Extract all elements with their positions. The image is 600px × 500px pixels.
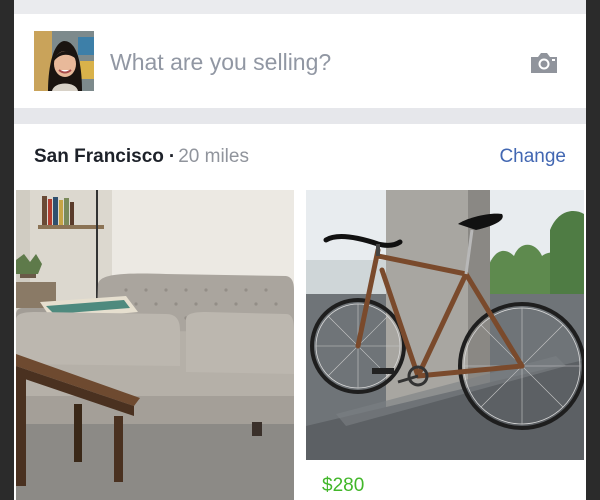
sofa-photo	[16, 190, 294, 500]
location-distance: 20 miles	[178, 146, 249, 167]
user-avatar[interactable]	[34, 31, 94, 91]
listing-card-sofa[interactable]	[16, 190, 294, 500]
camera-icon[interactable]	[528, 50, 560, 76]
listings-feed: San Francisco · 20 miles Change $280	[14, 124, 586, 500]
bicycle-photo	[306, 190, 584, 460]
location-filter: San Francisco · 20 miles	[34, 146, 249, 168]
listing-price: $280	[322, 475, 365, 496]
sell-composer[interactable]	[14, 14, 586, 108]
change-location-link[interactable]: Change	[499, 146, 566, 168]
sell-input[interactable]	[110, 47, 530, 77]
marketplace-screen: San Francisco·20 miles Change	[14, 0, 586, 500]
top-divider	[14, 0, 586, 14]
location-city: San Francisco	[34, 146, 164, 167]
section-divider	[14, 108, 586, 124]
listing-card-bike[interactable]: $280	[306, 190, 584, 500]
location-separator: ·	[168, 146, 176, 167]
